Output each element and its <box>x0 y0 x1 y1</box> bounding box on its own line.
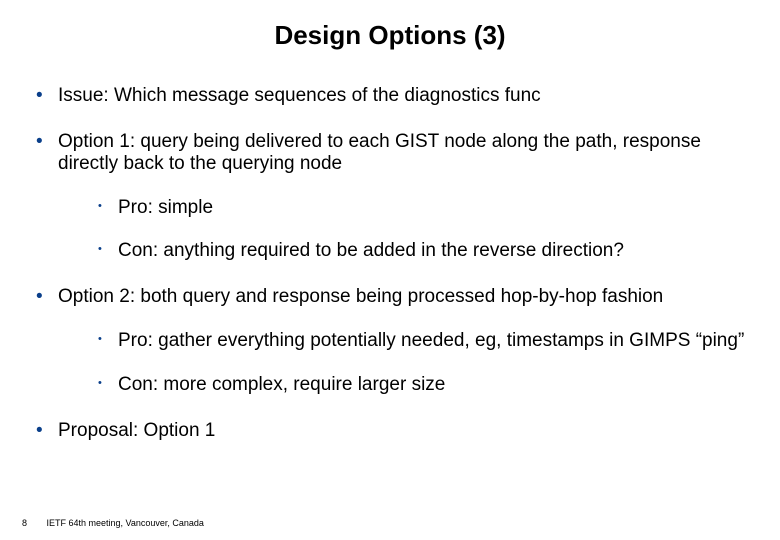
page-number: 8 <box>22 518 44 528</box>
footer-text: IETF 64th meeting, Vancouver, Canada <box>47 518 204 528</box>
option2-pro: Pro: gather everything potentially neede… <box>118 330 750 352</box>
slide-title: Design Options (3) <box>0 0 780 61</box>
bullet-option1: Option 1: query being delivered to each … <box>58 131 750 262</box>
slide-content: Issue: Which message sequences of the di… <box>0 85 780 442</box>
bullet-option2: Option 2: both query and response being … <box>58 286 750 396</box>
bullet-list: Issue: Which message sequences of the di… <box>30 85 750 442</box>
slide-footer: 8 IETF 64th meeting, Vancouver, Canada <box>22 518 204 528</box>
option1-sublist: Pro: simple Con: anything required to be… <box>58 197 750 263</box>
option1-con: Con: anything required to be added in th… <box>118 240 750 262</box>
option1-pro: Pro: simple <box>118 197 750 219</box>
option2-sublist: Pro: gather everything potentially neede… <box>58 330 750 396</box>
bullet-option1-text: Option 1: query being delivered to each … <box>58 131 701 174</box>
bullet-option2-text: Option 2: both query and response being … <box>58 286 663 307</box>
bullet-proposal: Proposal: Option 1 <box>58 420 750 442</box>
bullet-issue: Issue: Which message sequences of the di… <box>58 85 750 107</box>
slide: Design Options (3) Issue: Which message … <box>0 0 780 540</box>
option2-con: Con: more complex, require larger size <box>118 374 750 396</box>
